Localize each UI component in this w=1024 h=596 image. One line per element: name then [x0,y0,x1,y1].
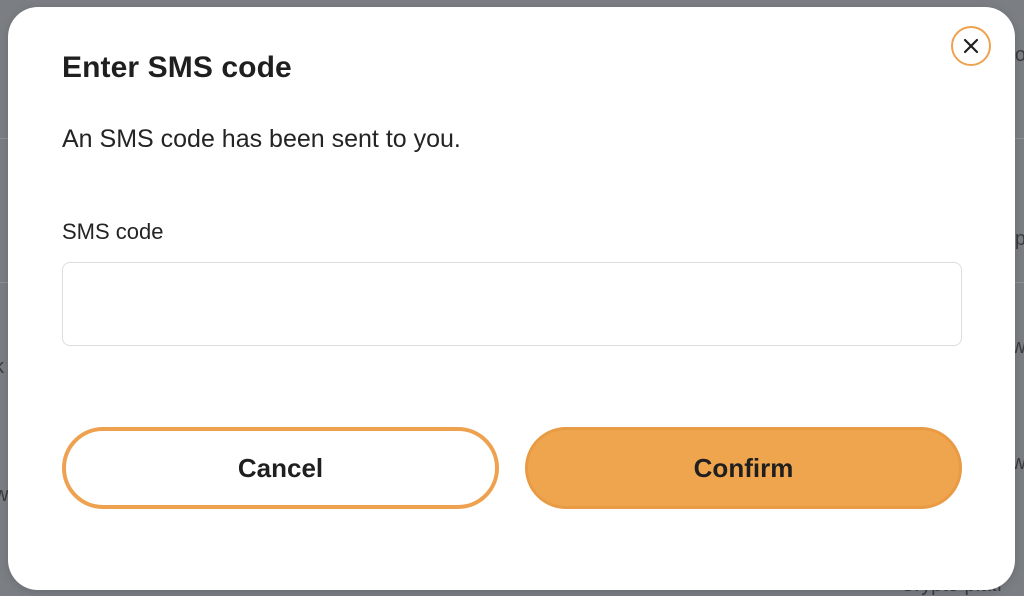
sms-code-input[interactable] [62,262,962,346]
close-button[interactable] [951,26,991,66]
cancel-button[interactable]: Cancel [62,427,499,509]
background-text-fragment: o [1014,44,1024,66]
background-divider [1014,138,1024,139]
background-text-fragment: k [0,356,4,379]
dialog-description: An SMS code has been sent to you. [62,125,461,153]
close-icon [963,38,979,54]
background-text-fragment: p [1014,228,1024,250]
sms-code-dialog: Enter SMS code An SMS code has been sent… [8,7,1015,590]
dialog-title: Enter SMS code [62,51,292,84]
sms-code-label: SMS code [62,219,164,244]
confirm-button[interactable]: Confirm [525,427,962,509]
background-divider [1014,282,1024,283]
